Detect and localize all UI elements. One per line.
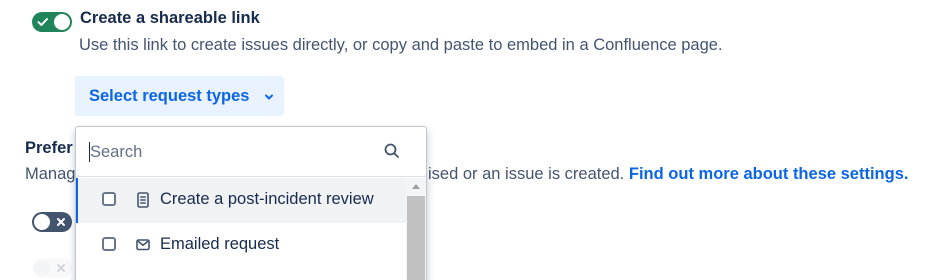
scrollbar[interactable] [406, 178, 426, 280]
search-icon[interactable] [383, 142, 401, 160]
shareable-link-title: Create a shareable link [80, 9, 260, 27]
toggle-knob [54, 14, 70, 30]
preferences-description-text: ised or an issue is created. [428, 165, 625, 183]
list-item[interactable]: Create a post-incident review [76, 178, 406, 223]
select-request-types-button[interactable]: Select request types [75, 76, 284, 116]
list-item-label: Create a post-incident review [160, 190, 374, 208]
document-icon [137, 192, 149, 208]
close-icon [57, 218, 65, 226]
checkbox[interactable] [102, 237, 116, 251]
preference-toggle-2[interactable] [32, 258, 72, 278]
toggle-knob [34, 214, 50, 230]
search-box [76, 127, 426, 177]
scroll-up-arrow-icon[interactable] [411, 182, 421, 190]
checkbox[interactable] [102, 192, 116, 206]
list-item-label: Emailed request [160, 235, 280, 253]
request-types-dropdown: Create a post-incident review Emailed re… [75, 126, 427, 280]
preferences-description-start: Manag [25, 165, 76, 183]
toggle-knob [34, 260, 50, 276]
scrollbar-thumb[interactable] [407, 196, 425, 280]
preferences-description-end: ised or an issue is created. Find out mo… [428, 165, 908, 184]
envelope-icon [136, 239, 150, 251]
chevron-down-icon [265, 94, 273, 100]
preference-toggle-1[interactable] [32, 212, 72, 232]
search-input[interactable] [90, 140, 370, 164]
close-icon [57, 264, 65, 272]
request-types-list: Create a post-incident review Emailed re… [76, 178, 406, 280]
list-item[interactable]: Emailed request [76, 223, 406, 268]
shareable-link-description: Use this link to create issues directly,… [79, 36, 723, 54]
find-out-more-link[interactable]: Find out more about these settings. [629, 165, 909, 183]
shareable-link-toggle[interactable] [32, 12, 72, 32]
preferences-title: Prefer [25, 139, 73, 157]
select-request-types-label: Select request types [89, 87, 250, 105]
jira-channel-settings: Create a shareable link Use this link to… [0, 0, 927, 280]
check-icon [37, 18, 48, 26]
